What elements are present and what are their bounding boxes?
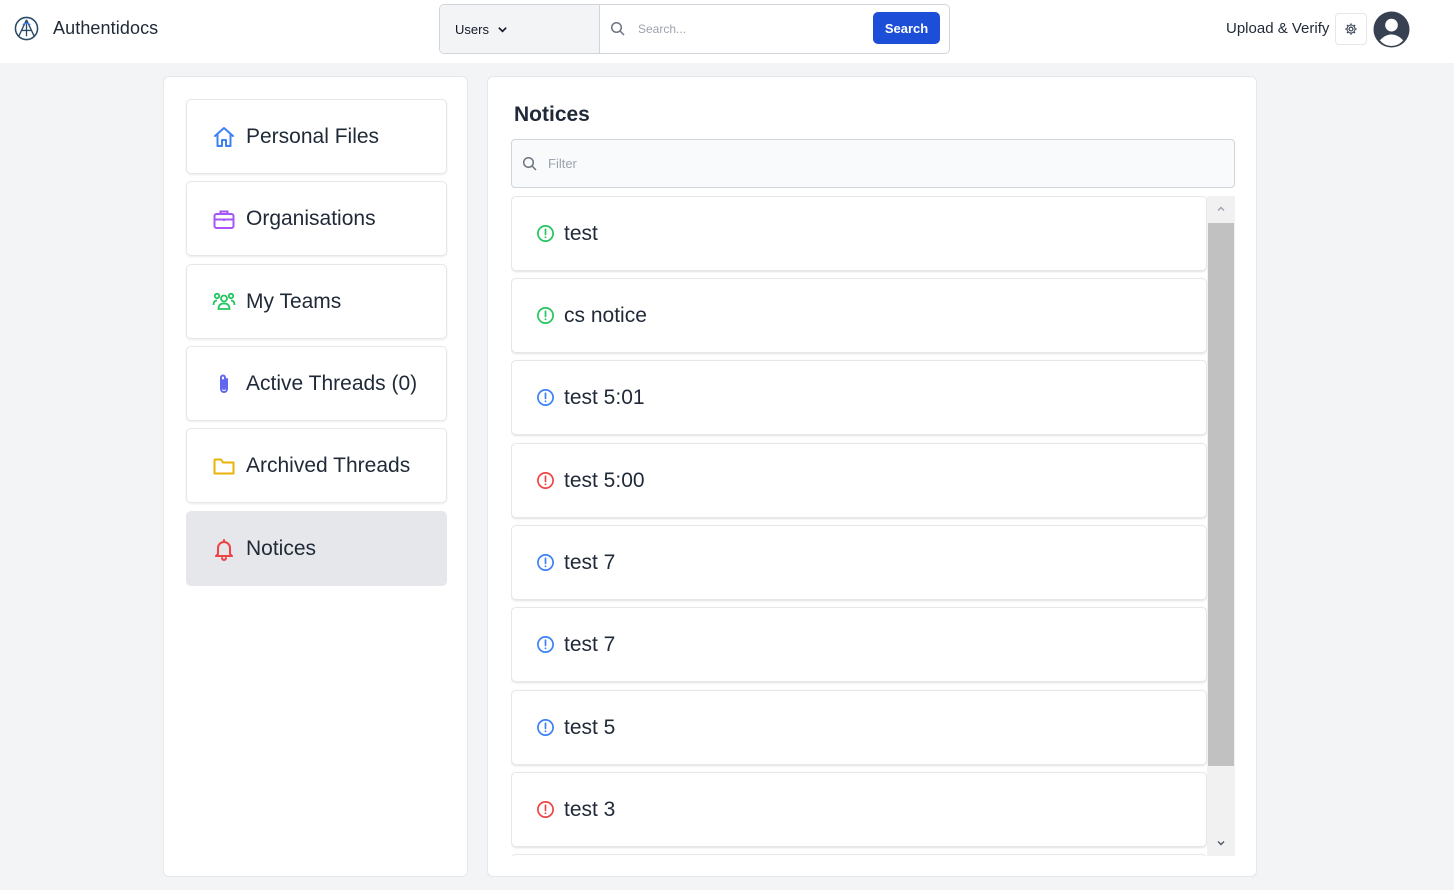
search-icon [522,156,537,171]
alert-circle-icon [537,719,554,736]
notice-item[interactable]: test 5 [511,690,1207,765]
search-field: Search [600,5,949,53]
settings-button[interactable] [1335,13,1367,45]
notice-item[interactable]: cs notice [511,278,1207,353]
filter-input[interactable] [548,140,1208,187]
search-icon [610,21,625,36]
sidebar: Personal Files Organisations My Teams Ac… [163,76,468,877]
notice-title: cs notice [564,303,647,327]
notice-title: test [564,221,598,245]
chevron-up-icon[interactable] [1216,204,1226,214]
sidebar-item-organisations[interactable]: Organisations [186,181,447,256]
alert-circle-icon [537,225,554,242]
search-input[interactable] [600,5,870,53]
alert-circle-icon [537,554,554,571]
sidebar-item-label: Personal Files [246,124,380,148]
chevron-down-icon [498,26,507,33]
sidebar-item-label: Active Threads (0) [246,371,418,395]
folder-icon [211,453,236,478]
paperclip-icon [211,371,236,396]
page-title: Notices [514,103,590,126]
bell-icon [211,536,236,561]
briefcase-icon [211,206,236,231]
notice-item[interactable]: test 5:01 [511,360,1207,435]
alert-circle-icon [537,472,554,489]
search-group: Users Search [439,4,950,54]
sidebar-item-active-threads[interactable]: Active Threads (0) [186,346,447,421]
search-scope-value: Users [455,21,489,37]
user-avatar-icon[interactable] [1373,11,1410,48]
top-navbar: Authentidocs Users Search Upload & Verif… [0,0,1454,63]
users-icon [211,289,236,314]
sidebar-item-personal-files[interactable]: Personal Files [186,99,447,174]
notice-title: test 5 [564,715,616,739]
notice-item-partial[interactable] [511,854,1207,856]
sidebar-item-label: Organisations [246,206,376,230]
sidebar-item-label: My Teams [246,289,342,313]
notice-list: test cs notice test 5:01 test 5:00 test … [511,196,1235,856]
notice-item[interactable]: test [511,196,1207,271]
notice-item[interactable]: test 7 [511,607,1207,682]
sidebar-item-label: Notices [246,536,317,560]
scrollbar-thumb[interactable] [1208,223,1234,766]
logo-icon [14,16,39,41]
notice-item[interactable]: test 5:00 [511,443,1207,518]
notice-title: test 3 [564,797,616,821]
notice-title: test 5:00 [564,468,645,492]
filter-field [511,139,1235,188]
sidebar-item-label: Archived Threads [246,453,411,477]
home-icon [211,124,236,149]
gear-icon [1345,23,1357,35]
app-name: Authentidocs [53,18,159,38]
chevron-down-icon[interactable] [1216,838,1226,848]
notice-title: test 7 [564,632,616,656]
notice-item[interactable]: test 3 [511,772,1207,847]
notice-item[interactable]: test 7 [511,525,1207,600]
brand[interactable]: Authentidocs [14,16,158,41]
search-button[interactable]: Search [873,12,940,44]
search-scope-select[interactable]: Users [440,5,600,53]
sidebar-item-notices[interactable]: Notices [186,511,447,586]
notice-title: test 7 [564,550,616,574]
notice-title: test 5:01 [564,385,645,409]
sidebar-item-archived-threads[interactable]: Archived Threads [186,428,447,503]
notice-list-scrollbar[interactable] [1207,196,1235,856]
alert-circle-icon [537,636,554,653]
alert-circle-icon [537,801,554,818]
alert-circle-icon [537,389,554,406]
upload-verify-link[interactable]: Upload & Verify [1226,20,1329,37]
sidebar-item-my-teams[interactable]: My Teams [186,264,447,339]
notices-panel: Notices test cs notice test 5:01 test 5:… [487,76,1257,877]
alert-circle-icon [537,307,554,324]
